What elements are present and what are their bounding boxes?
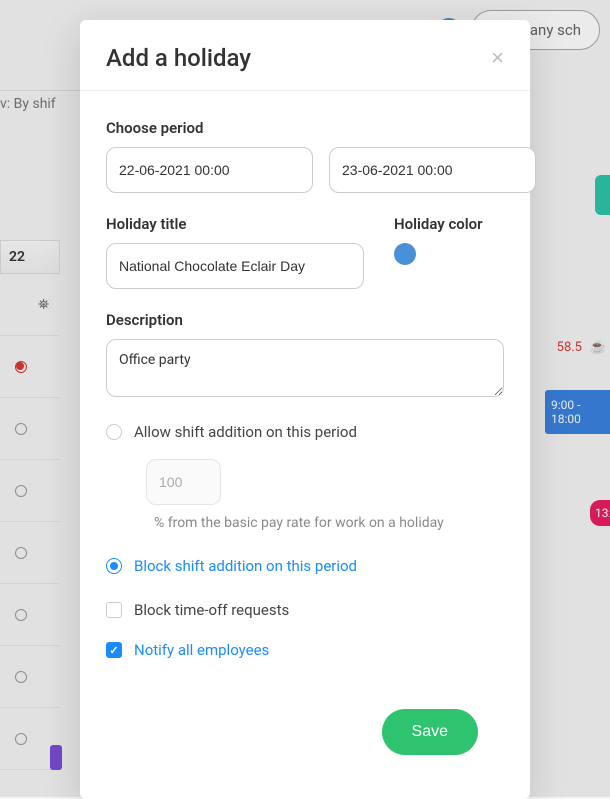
modal-overlay: Add a holiday × Choose period Holiday ti… <box>0 0 610 797</box>
notify-employees-checkbox[interactable]: ✓ <box>106 642 122 658</box>
description-label: Description <box>106 311 504 329</box>
notify-employees-label: Notify all employees <box>134 641 269 659</box>
holiday-title-input[interactable] <box>106 243 364 289</box>
holiday-color-label: Holiday color <box>394 215 504 233</box>
check-icon: ✓ <box>109 644 118 657</box>
block-timeoff-label: Block time-off requests <box>134 601 289 619</box>
period-to-input[interactable] <box>329 147 536 193</box>
period-from-input[interactable] <box>106 147 313 193</box>
close-icon: × <box>491 45 504 70</box>
allow-shift-label: Allow shift addition on this period <box>134 423 357 441</box>
pay-rate-input <box>146 459 221 505</box>
modal-title: Add a holiday <box>106 44 251 72</box>
holiday-title-label: Holiday title <box>106 215 364 233</box>
block-shift-label: Block shift addition on this period <box>134 557 357 575</box>
block-timeoff-checkbox[interactable] <box>106 602 122 618</box>
color-picker[interactable] <box>394 243 416 265</box>
description-input[interactable] <box>106 339 504 397</box>
add-holiday-modal: Add a holiday × Choose period Holiday ti… <box>80 20 530 799</box>
radio-dot-icon <box>110 562 118 570</box>
save-button[interactable]: Save <box>382 709 478 755</box>
block-shift-radio[interactable] <box>106 558 122 574</box>
period-label: Choose period <box>106 119 504 137</box>
close-button[interactable]: × <box>491 47 504 69</box>
pay-rate-hint: % from the basic pay rate for work on a … <box>154 515 504 531</box>
allow-shift-radio[interactable] <box>106 424 122 440</box>
